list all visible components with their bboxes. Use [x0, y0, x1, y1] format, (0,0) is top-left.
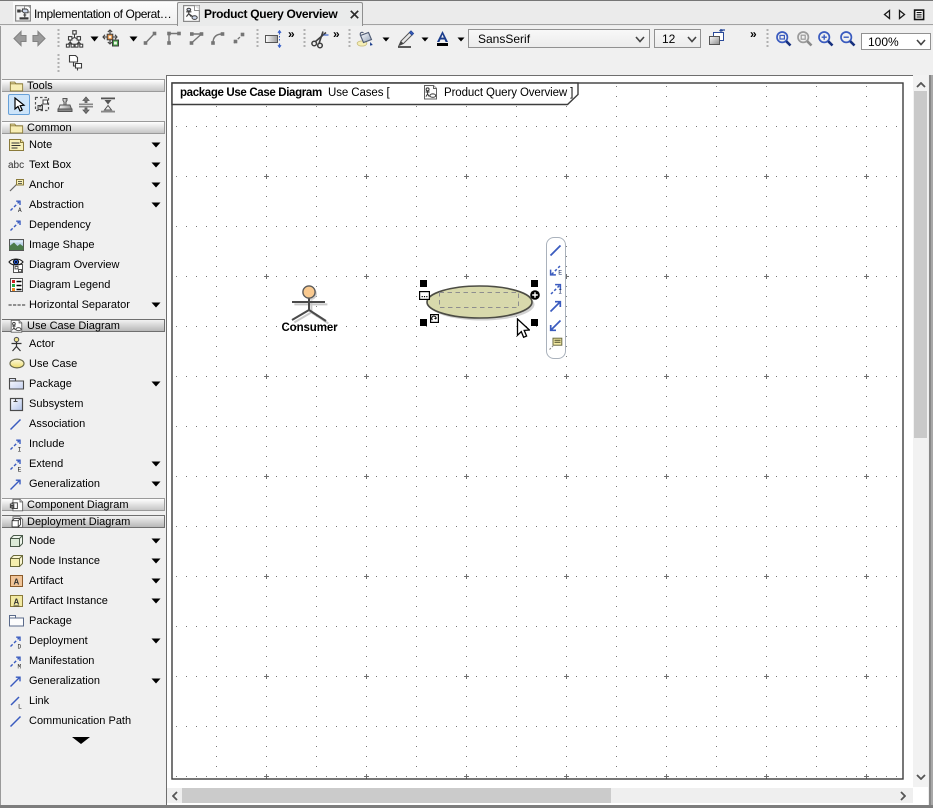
svg-text:L: L [18, 704, 22, 710]
svg-text:A: A [18, 207, 22, 213]
svg-text:I: I [558, 289, 562, 296]
svg-text:D: D [18, 644, 22, 650]
svg-text:I: I [18, 447, 22, 453]
svg-text:E: E [558, 270, 562, 277]
svg-text:A: A [14, 598, 20, 607]
svg-text:E: E [18, 467, 22, 473]
svg-text:A: A [14, 578, 20, 587]
svg-text:M: M [18, 664, 22, 670]
